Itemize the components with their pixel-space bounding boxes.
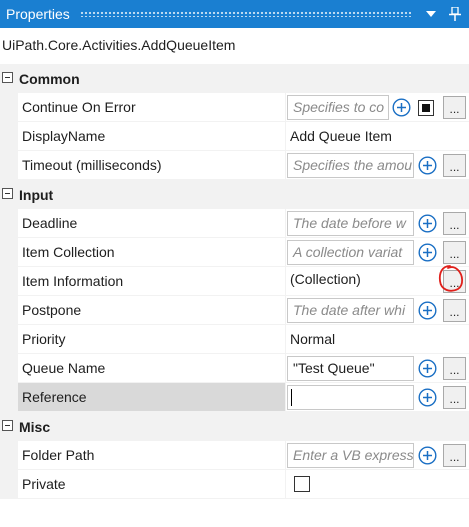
plus-circle-icon[interactable] [418, 359, 437, 378]
property-value: Enter a VB express ... [286, 441, 469, 469]
ellipsis-button[interactable]: ... [443, 299, 466, 322]
property-row-deadline[interactable]: Deadline The date before w ... [0, 209, 469, 238]
folder-path-input[interactable]: Enter a VB express [287, 443, 414, 468]
category-label: Input [19, 186, 54, 203]
property-value: A collection variat ... [286, 238, 469, 266]
ellipsis-button[interactable]: ... [443, 154, 466, 177]
property-value[interactable]: Normal [286, 325, 469, 353]
property-value: "Test Queue" ... [286, 354, 469, 382]
collapse-icon[interactable] [2, 72, 13, 83]
category-input[interactable]: Input [0, 180, 469, 209]
property-row-private[interactable]: Private [0, 470, 469, 499]
item-collection-input[interactable]: A collection variat [287, 240, 414, 265]
property-value: ... [286, 383, 469, 411]
property-value: (Collection) ... [286, 267, 469, 295]
property-grid: Common Continue On Error Specifies to co… [0, 64, 469, 499]
priority-value[interactable]: Normal [290, 325, 335, 353]
dropdown-arrow-icon[interactable] [421, 4, 441, 24]
plus-circle-icon[interactable] [418, 214, 437, 233]
deadline-input[interactable]: The date before w [287, 211, 414, 236]
postpone-input[interactable]: The date after whi [287, 298, 414, 323]
indeterminate-checkbox[interactable] [418, 100, 434, 116]
plus-circle-icon[interactable] [418, 156, 437, 175]
property-name: Folder Path [18, 441, 285, 469]
property-row-displayname[interactable]: DisplayName Add Queue Item [0, 122, 469, 151]
property-name: Item Information [18, 267, 285, 295]
property-name: Timeout (milliseconds) [18, 151, 285, 179]
ellipsis-button[interactable]: ... [443, 357, 466, 380]
collapse-icon[interactable] [2, 188, 13, 199]
pin-icon[interactable] [445, 4, 465, 24]
ellipsis-button[interactable]: ... [443, 270, 466, 293]
property-value: The date after whi ... [286, 296, 469, 324]
property-row-queue-name[interactable]: Queue Name "Test Queue" ... [0, 354, 469, 383]
category-label: Misc [19, 418, 51, 435]
property-value: Specifies the amou ... [286, 151, 469, 179]
property-row-item-information[interactable]: Item Information (Collection) ... [0, 267, 469, 296]
property-row-postpone[interactable]: Postpone The date after whi ... [0, 296, 469, 325]
property-row-continue-on-error[interactable]: Continue On Error Specifies to co ... [0, 93, 469, 122]
activity-type-name: UiPath.Core.Activities.AddQueueItem [0, 28, 469, 62]
collapse-icon[interactable] [2, 420, 13, 431]
property-value: Specifies to co ... [286, 93, 469, 121]
property-row-priority[interactable]: Priority Normal [0, 325, 469, 354]
property-name: Deadline [18, 209, 285, 237]
plus-circle-icon[interactable] [418, 388, 437, 407]
ellipsis-button[interactable]: ... [443, 96, 466, 119]
ellipsis-button[interactable]: ... [443, 386, 466, 409]
continue-on-error-input[interactable]: Specifies to co [287, 95, 389, 120]
property-value: The date before w ... [286, 209, 469, 237]
property-name: Reference [18, 383, 285, 411]
ellipsis-button[interactable]: ... [443, 241, 466, 264]
category-label: Common [19, 70, 80, 87]
property-row-reference[interactable]: Reference ... [0, 383, 469, 412]
item-information-value: (Collection) [290, 271, 361, 287]
property-name: Continue On Error [18, 93, 285, 121]
panel-title: Properties [6, 6, 70, 22]
ellipsis-button[interactable]: ... [443, 444, 466, 467]
property-row-folder-path[interactable]: Folder Path Enter a VB express ... [0, 441, 469, 470]
property-name: DisplayName [18, 122, 285, 150]
plus-circle-icon[interactable] [418, 446, 437, 465]
category-misc[interactable]: Misc [0, 412, 469, 441]
property-row-item-collection[interactable]: Item Collection A collection variat ... [0, 238, 469, 267]
property-value [286, 470, 469, 498]
property-name: Private [18, 470, 285, 498]
plus-circle-icon[interactable] [418, 243, 437, 262]
queue-name-input[interactable]: "Test Queue" [287, 356, 414, 381]
property-name: Postpone [18, 296, 285, 324]
category-common[interactable]: Common [0, 64, 469, 93]
property-row-timeout[interactable]: Timeout (milliseconds) Specifies the amo… [0, 151, 469, 180]
private-checkbox[interactable] [294, 476, 310, 492]
plus-circle-icon[interactable] [418, 301, 437, 320]
property-name: Priority [18, 325, 285, 353]
plus-circle-icon[interactable] [392, 98, 411, 117]
titlebar-grip[interactable] [79, 11, 411, 17]
property-name: Queue Name [18, 354, 285, 382]
property-name: Item Collection [18, 238, 285, 266]
ellipsis-button[interactable]: ... [443, 212, 466, 235]
displayname-value[interactable]: Add Queue Item [290, 122, 392, 150]
property-value[interactable]: Add Queue Item [286, 122, 469, 150]
timeout-input[interactable]: Specifies the amou [287, 153, 414, 178]
properties-titlebar: Properties [0, 0, 469, 28]
reference-input[interactable] [287, 385, 414, 410]
